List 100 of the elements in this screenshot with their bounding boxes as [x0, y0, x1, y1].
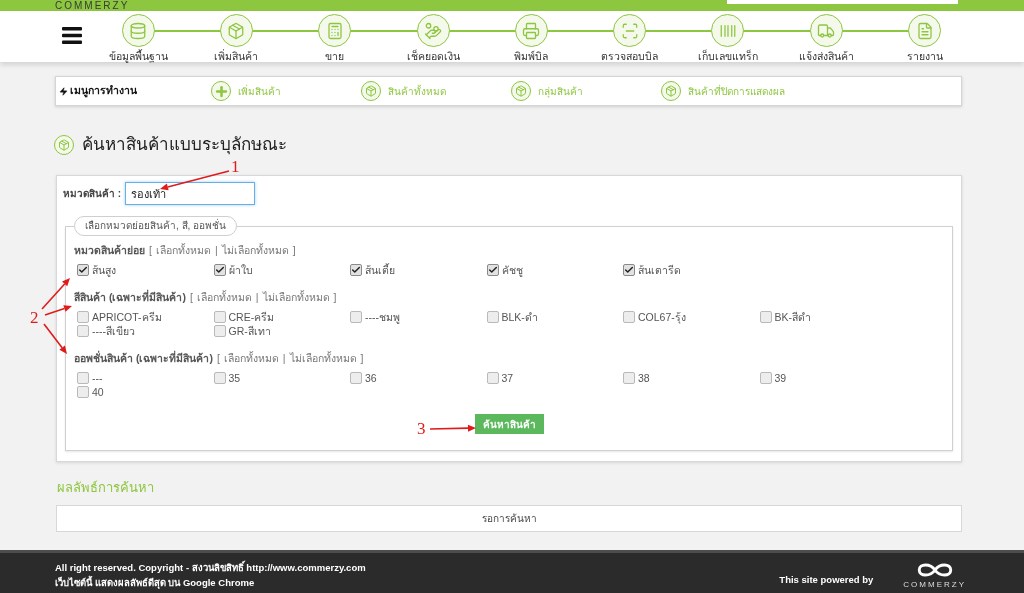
nav-item[interactable]: เพิ่มสินค้า	[187, 11, 286, 62]
select-none-link[interactable]: ไม่เลือกทั้งหมด	[262, 290, 330, 304]
checkmark-icon	[487, 265, 498, 275]
checkbox[interactable]	[77, 311, 89, 323]
footer-logo-text: COMMERZY	[903, 580, 966, 589]
checkbox[interactable]	[623, 372, 635, 384]
box-icon	[54, 135, 74, 155]
checkbox[interactable]	[350, 264, 362, 276]
footer-text: All right reserved. Copyright - สงวนลิขสิทธิ์ http://www.commerzy.com	[55, 560, 366, 575]
option-label: ส้นเตี้ย	[365, 263, 395, 277]
checkmark-icon	[214, 265, 225, 275]
option-label: ----ชมพู	[365, 310, 400, 324]
nav-item[interactable]: รายงาน	[875, 11, 974, 62]
separator-text: |	[255, 290, 259, 304]
group-legend: เลือกหมวดย่อยสินค้า, สี, ออพชั่น	[74, 216, 238, 236]
printer-icon	[514, 14, 548, 47]
checkbox[interactable]	[486, 264, 499, 276]
bracket-text: ]	[292, 243, 296, 257]
separator-text: |	[214, 243, 218, 257]
annotation-number: 1	[231, 158, 240, 176]
checkbox[interactable]	[77, 264, 89, 276]
option-label: 37	[501, 371, 514, 385]
database-icon	[121, 14, 155, 47]
page-title: ค้นหาสินค้าแบบระบุลักษณะ	[82, 135, 287, 155]
powered-by-text: This site powered by	[779, 573, 874, 587]
footer-text: เว็บไซต์นี้ แสดงผลลัพธ์ดีสุด บน Google Chrome	[55, 575, 256, 590]
search-button[interactable]: ค้นหาสินค้า	[474, 414, 544, 434]
checkbox[interactable]	[486, 311, 499, 323]
section-title: ออพชั่นสินค้า (เฉพาะที่มีสินค้า)	[74, 351, 213, 365]
option-label: COL67-รุ้ง	[638, 310, 686, 324]
box-icon	[511, 81, 531, 101]
option-label: ผ้าใบ	[228, 263, 253, 277]
annotation-number: 2	[30, 309, 39, 327]
checkbox[interactable]	[77, 325, 89, 337]
option-label: 39	[774, 371, 787, 385]
option-label: ส้นเตารีด	[638, 263, 681, 277]
option-label: 38	[638, 371, 650, 385]
category-field[interactable]: รองเท้า	[125, 182, 256, 205]
select-none-link[interactable]: ไม่เลือกทั้งหมด	[289, 351, 357, 365]
logo-text: COMMERZY	[55, 0, 130, 11]
select-all-link[interactable]: เลือกทั้งหมด	[196, 290, 252, 304]
nav-item[interactable]: ตรวจสอบบิล	[580, 11, 679, 62]
option-label: 36	[365, 371, 377, 385]
option-label: BK-สีดำ	[774, 310, 811, 324]
infinity-logo-icon	[916, 562, 953, 578]
box-icon	[361, 81, 381, 101]
box-icon	[661, 81, 681, 101]
checkbox[interactable]	[623, 264, 635, 276]
nav-item[interactable]: เก็บเลขแทร็ก	[678, 11, 778, 62]
bracket-text: [	[149, 243, 152, 257]
checkbox[interactable]	[213, 372, 226, 384]
search-field[interactable]	[727, 0, 958, 4]
option-label: 35	[228, 371, 241, 385]
annotation-number: 3	[417, 420, 426, 438]
nav-item[interactable]: ขาย	[285, 11, 384, 62]
hand-coins-icon	[416, 14, 450, 47]
option-label: ---	[92, 371, 103, 385]
checkbox[interactable]	[213, 325, 226, 337]
results-status: รอการค้นหา	[481, 512, 537, 526]
option-label: CRE-ครีม	[228, 310, 275, 324]
nav-item[interactable]: พิมพ์บิล	[482, 11, 581, 62]
select-all-link[interactable]: เลือกทั้งหมด	[155, 243, 211, 257]
checkbox[interactable]	[213, 264, 226, 276]
bracket-text: [	[216, 351, 220, 365]
truck-icon	[809, 14, 843, 47]
nav-item[interactable]: ข้อมูลพื้นฐาน	[89, 11, 188, 62]
annotation-arrow	[429, 424, 476, 432]
results-title: ผลลัพธ์การค้นหา	[57, 480, 154, 496]
field-label: หมวดสินค้า :	[63, 187, 122, 201]
checkbox[interactable]	[759, 311, 772, 323]
checkbox[interactable]	[759, 372, 772, 384]
checkbox[interactable]	[350, 311, 362, 323]
checkbox[interactable]	[77, 386, 89, 398]
checkbox[interactable]	[350, 372, 362, 384]
section-title: หมวดสินค้าย่อย	[74, 243, 145, 257]
separator-text: |	[282, 351, 286, 365]
select-none-link[interactable]: ไม่เลือกทั้งหมด	[221, 243, 289, 257]
checkbox[interactable]	[213, 311, 226, 323]
calculator-icon	[318, 14, 352, 47]
checkmark-icon	[624, 265, 634, 275]
document-icon	[908, 14, 941, 47]
annotation-arrow	[43, 323, 67, 354]
checkbox[interactable]	[77, 372, 89, 384]
select-all-link[interactable]: เลือกทั้งหมด	[223, 351, 279, 365]
option-label: ส้นสูง	[92, 263, 116, 277]
checkbox[interactable]	[623, 311, 635, 323]
option-label: ----สีเขียว	[92, 324, 135, 338]
checkmark-icon	[351, 265, 361, 275]
checkmark-icon	[78, 265, 88, 275]
option-label: APRICOT-ครีม	[92, 310, 162, 324]
box-icon	[219, 14, 253, 47]
nav-item[interactable]: แจ้งส่งสินค้า	[777, 11, 876, 62]
bolt-icon	[59, 85, 68, 97]
menu-icon[interactable]	[62, 27, 82, 44]
option-label: คัชชู	[501, 263, 523, 277]
bracket-text: ]	[333, 290, 337, 304]
option-label: BLK-ดำ	[501, 310, 538, 324]
checkbox[interactable]	[486, 372, 499, 384]
nav-item[interactable]: เช็คยอดเงิน	[383, 11, 483, 62]
annotation-arrow	[160, 170, 230, 191]
